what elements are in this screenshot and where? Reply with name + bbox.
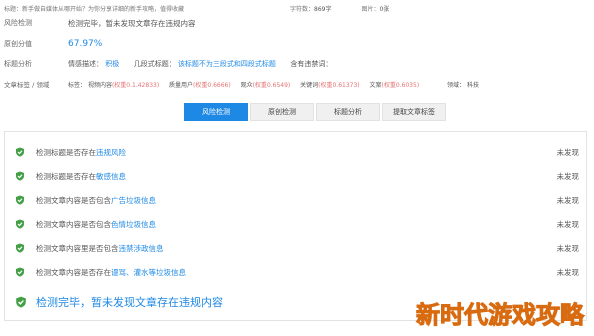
title-analysis-label: 标题分析 xyxy=(4,60,32,68)
check-keyword: 敏感信息 xyxy=(96,171,126,181)
sensitive-label: 含有违禁词： xyxy=(290,60,333,68)
shield-check-icon xyxy=(16,195,24,205)
tag-weight: (权重0.6666) xyxy=(193,81,231,89)
check-label: 检测标题是否存在违规风险 xyxy=(36,147,126,157)
check-result: 未发现 xyxy=(556,267,580,277)
check-label: 检测标题是否存在敏感信息 xyxy=(36,171,126,181)
image-count: 图片：0张 xyxy=(361,4,389,13)
tags-row: 文章标签 / 领域 标签： 视频内容 (权重0.1.42833) 质量用户 (权重0… xyxy=(4,78,590,90)
domain-value: 科技 xyxy=(466,81,479,89)
char-count-label: 字符数： xyxy=(290,5,315,13)
check-item: 检测文章内容是否存在谩骂、灌水等垃圾信息 未发现 xyxy=(15,264,581,280)
shield-check-icon xyxy=(16,219,24,229)
emotion-value: 积极 xyxy=(105,60,120,68)
originality-value: 67.97% xyxy=(68,39,103,49)
tag-item: 关键词 (权重0.61373) xyxy=(300,81,360,89)
tab-originality-detection[interactable]: 原创检测 xyxy=(250,103,314,121)
paragraph-label: 几段式标题： xyxy=(133,60,176,68)
tag-item: 质量用户 (权重0.6666) xyxy=(169,81,231,89)
image-count-label: 图片： xyxy=(361,5,380,13)
tab-risk-detection[interactable]: 风险检测 xyxy=(184,103,248,121)
shield-check-icon xyxy=(16,296,26,308)
title-analysis-row: 标题分析 情感描述： 积极 几段式标题： 该标题不为三段式和四段式标题 含有违禁… xyxy=(4,58,590,70)
tag-item: 视频内容 (权重0.1.42833) xyxy=(87,81,160,89)
risk-row: 风险检测 检测完毕，暂未发现文章存在违规内容 xyxy=(4,16,590,30)
analysis-tabs: 风险检测 原创检测 标题分析 提取文章标签 xyxy=(184,103,448,121)
originality-label: 原创分值 xyxy=(4,40,32,48)
check-keyword: 违禁涉政信息 xyxy=(118,243,164,253)
check-result: 未发现 xyxy=(556,219,580,229)
check-keyword: 谩骂、灌水等垃圾信息 xyxy=(111,267,186,277)
originality-row: 原创分值 67.97% xyxy=(4,37,590,51)
shield-check-icon xyxy=(16,147,24,157)
tag-weight: (权重0.6035) xyxy=(381,81,420,89)
tab-extract-tags[interactable]: 提取文章标签 xyxy=(382,103,446,121)
summary-row: 检测完毕，暂未发现文章存在违规内容 xyxy=(15,294,223,310)
summary-text: 检测完毕，暂未发现文章存在违规内容 xyxy=(36,296,223,309)
char-count-value: 869字 xyxy=(314,5,332,13)
tag-weight: (权重0.61373) xyxy=(318,81,360,89)
article-info-bar: 标题：新手做自媒体从哪开始？为你分享详细的新手攻略，值得收藏 字符数：869字 … xyxy=(4,3,590,13)
emotion-label: 情感描述： xyxy=(68,60,103,68)
check-result: 未发现 xyxy=(556,171,580,181)
risk-label: 风险检测 xyxy=(4,19,32,27)
check-keyword: 色情垃圾信息 xyxy=(111,219,156,229)
check-item: 检测文章内容是否包含色情垃圾信息 未发现 xyxy=(15,216,581,232)
tag-item: 观众 (权重0.6549) xyxy=(240,81,291,89)
check-item: 检测文章内容是否包含广告垃圾信息 未发现 xyxy=(15,192,581,208)
check-keyword: 违规风险 xyxy=(96,147,126,157)
check-item: 检测文章内容里是否包含违禁涉政信息 未发现 xyxy=(15,240,581,256)
tab-title-analysis[interactable]: 标题分析 xyxy=(316,103,380,121)
image-count-value: 0张 xyxy=(379,5,390,13)
domain-label: 领域： xyxy=(447,81,466,89)
shield-check-icon xyxy=(16,267,24,277)
check-item: 检测标题是否存在违规风险 未发现 xyxy=(15,144,581,160)
check-result: 未发现 xyxy=(556,243,580,253)
check-result: 未发现 xyxy=(556,195,580,205)
check-label: 检测文章内容里是否包含违禁涉政信息 xyxy=(36,243,164,253)
check-label: 检测文章内容是否包含广告垃圾信息 xyxy=(36,195,156,205)
risk-value: 检测完毕，暂未发现文章存在违规内容 xyxy=(68,18,196,28)
tag-item: 文案 (权重0.6035) xyxy=(369,81,420,89)
tag-weight: (权重0.6549) xyxy=(252,81,291,89)
article-title: 标题：新手做自媒体从哪开始？为你分享详细的新手攻略，值得收藏 xyxy=(4,5,185,13)
tag-label: 标签： xyxy=(68,81,87,89)
check-result: 未发现 xyxy=(556,147,580,157)
check-keyword: 广告垃圾信息 xyxy=(111,195,156,205)
char-count: 字符数：869字 xyxy=(290,4,331,13)
check-label: 检测文章内容是否存在谩骂、灌水等垃圾信息 xyxy=(36,267,186,277)
paragraph-value: 该标题不为三段式和四段式标题 xyxy=(177,60,276,68)
tag-weight: (权重0.1.42833) xyxy=(111,81,160,89)
tags-label: 文章标签 / 领域 xyxy=(4,81,50,89)
check-label: 检测文章内容是否包含色情垃圾信息 xyxy=(36,219,156,229)
shield-check-icon xyxy=(16,243,24,253)
check-item: 检测标题是否存在敏感信息 未发现 xyxy=(15,168,581,184)
risk-results-panel: 检测标题是否存在违规风险 未发现 检测标题是否存在敏感信息 未发现 检测文章内容… xyxy=(4,131,587,321)
site-watermark: 新时代游戏攻略 xyxy=(416,301,585,330)
shield-check-icon xyxy=(16,171,24,181)
